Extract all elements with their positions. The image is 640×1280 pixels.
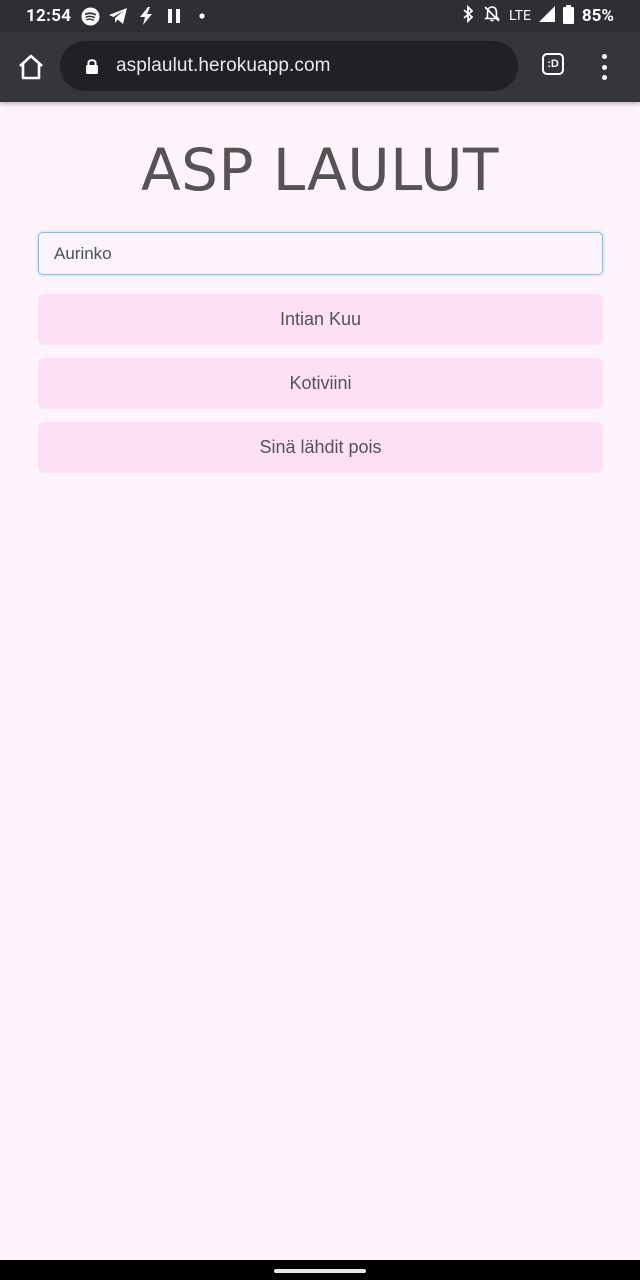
tab-switcher-button[interactable]: :D (542, 53, 568, 79)
search-input[interactable] (38, 232, 603, 275)
more-vert-icon[interactable] (592, 52, 616, 82)
list-item[interactable]: Kotiviini (38, 358, 603, 409)
status-bar: 12:54 LTE 85% (0, 0, 640, 32)
page-title: ASP LAULUT (141, 136, 499, 204)
status-time: 12:54 (26, 6, 72, 26)
status-right-group: LTE 85% (461, 4, 614, 28)
dot-icon (192, 6, 212, 26)
pause-icon (164, 6, 184, 26)
battery-icon (562, 4, 574, 28)
url-text: asplaulut.herokuapp.com (116, 55, 331, 76)
network-type: LTE (508, 8, 531, 24)
bell-off-icon (483, 5, 501, 27)
home-button[interactable] (14, 51, 48, 83)
telegram-icon (108, 6, 128, 26)
system-nav-bar (0, 1260, 640, 1280)
spotify-icon (80, 6, 100, 26)
address-bar[interactable]: asplaulut.herokuapp.com (60, 41, 518, 91)
gesture-handle[interactable] (274, 1269, 366, 1273)
signal-icon (538, 6, 555, 26)
battery-percentage: 85% (581, 6, 614, 26)
bolt-icon (136, 6, 156, 26)
home-icon (19, 54, 43, 80)
lock-icon (84, 56, 100, 76)
browser-toolbar: asplaulut.herokuapp.com :D (0, 32, 640, 102)
bluetooth-icon (461, 4, 475, 27)
song-list: Intian Kuu Kotiviini Sinä lähdit pois (38, 294, 603, 486)
list-item[interactable]: Intian Kuu (38, 294, 603, 345)
tab-switcher-icon: :D (542, 53, 564, 75)
list-item[interactable]: Sinä lähdit pois (38, 422, 603, 473)
